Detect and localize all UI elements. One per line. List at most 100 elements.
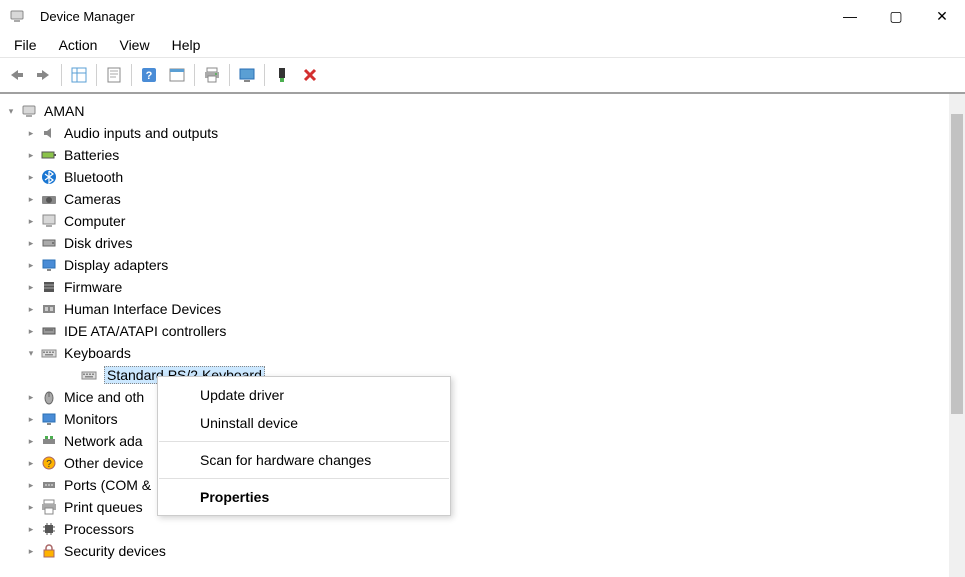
item-label: Keyboards [64,345,131,361]
separator [96,64,97,86]
tree-item[interactable]: ▸ Batteries [4,144,961,166]
caret-right-icon[interactable]: ▸ [24,390,38,404]
caret-right-icon[interactable]: ▸ [24,456,38,470]
tree-item[interactable]: ▸ Disk drives [4,232,961,254]
other-icon: ? [40,454,58,472]
refresh-button[interactable] [233,61,261,89]
tree-item[interactable]: ▸IDE ATA/ATAPI controllers [4,320,961,342]
minimize-button[interactable]: — [827,0,873,32]
display-icon [40,256,58,274]
forward-button[interactable] [30,61,58,89]
hid-icon [40,300,58,318]
context-item[interactable]: Scan for hardware changes [158,446,450,474]
menu-file[interactable]: File [4,34,47,56]
tree-item[interactable]: ▸ Ports (COM & [4,474,961,496]
caret-right-icon[interactable]: ▸ [24,478,38,492]
caret-right-icon[interactable]: ▸ [24,434,38,448]
context-item[interactable]: Properties [158,483,450,511]
item-label: Network ada [64,433,143,449]
caret-right-icon[interactable]: ▸ [24,280,38,294]
separator [61,64,62,86]
tree-item[interactable]: ▸ Firmware [4,276,961,298]
item-label: Computer [64,213,125,229]
ide-icon [40,322,58,340]
item-label: Disk drives [64,235,132,251]
caret-down-icon[interactable]: ▾ [24,346,38,360]
port-icon [40,476,58,494]
maximize-button[interactable]: ▢ [873,0,919,32]
tree-item[interactable]: ▸Human Interface Devices [4,298,961,320]
tree-item[interactable]: ▸ Cameras [4,188,961,210]
separator [264,64,265,86]
back-button[interactable] [2,61,30,89]
caret-right-icon[interactable]: ▸ [24,544,38,558]
menu-help[interactable]: Help [162,34,211,56]
tree-item[interactable]: ▸?Other device [4,452,961,474]
scroll-thumb[interactable] [951,114,963,414]
caret-right-icon[interactable]: ▸ [24,412,38,426]
battery-icon [40,146,58,164]
root-label: AMAN [44,103,84,119]
caret-right-icon[interactable]: ▸ [24,192,38,206]
tree-item[interactable]: ▸Audio inputs and outputs [4,122,961,144]
vertical-scrollbar[interactable] [949,94,965,577]
monitor-icon [40,410,58,428]
caret-right-icon[interactable]: ▸ [24,258,38,272]
caret-right-icon[interactable]: ▸ [24,236,38,250]
keyboard-icon [80,366,98,384]
context-separator [159,478,449,479]
tree-item-child[interactable]: ▸Standard PS/2 Keyboard [4,364,961,386]
window-title: Device Manager [40,9,135,24]
app-icon [8,7,26,25]
context-item[interactable]: Uninstall device [158,409,450,437]
window-controls: — ▢ ✕ [827,0,965,32]
print-button[interactable] [198,61,226,89]
keyboard-icon [40,344,58,362]
caret-right-icon[interactable]: ▸ [24,214,38,228]
menu-view[interactable]: View [109,34,159,56]
tree-item[interactable]: ▸Bluetooth [4,166,961,188]
menu-action[interactable]: Action [49,34,108,56]
view-config-button[interactable] [163,61,191,89]
tree-item[interactable]: ▾ Keyboards [4,342,961,364]
close-button[interactable]: ✕ [919,0,965,32]
caret-right-icon[interactable]: ▸ [24,500,38,514]
caret-right-icon[interactable]: ▸ [24,522,38,536]
caret-right-icon[interactable]: ▸ [24,302,38,316]
title-bar: Device Manager — ▢ ✕ [0,0,965,32]
item-label: Firmware [64,279,122,295]
tree-item[interactable]: ▸Print queues [4,496,961,518]
properties-button[interactable] [100,61,128,89]
tree-item[interactable]: ▸ Computer [4,210,961,232]
tree-item[interactable]: ▸Display adapters [4,254,961,276]
caret-down-icon[interactable]: ▾ [4,104,18,118]
item-label: Ports (COM & [64,477,151,493]
item-label: Cameras [64,191,121,207]
disk-icon [40,234,58,252]
speaker-icon [40,124,58,142]
printer-icon [40,498,58,516]
show-hide-button[interactable] [65,61,93,89]
mouse-icon [40,388,58,406]
tree-root[interactable]: ▾ AMAN [4,100,961,122]
enable-button[interactable] [268,61,296,89]
caret-right-icon[interactable]: ▸ [24,148,38,162]
caret-right-icon[interactable]: ▸ [24,324,38,338]
context-menu: Update driverUninstall device Scan for ha… [157,376,451,516]
disable-button[interactable] [296,61,324,89]
tree-item[interactable]: ▸Processors [4,518,961,540]
camera-icon [40,190,58,208]
tree-item[interactable]: ▸Security devices [4,540,961,562]
content-area: ▾AMAN▸Audio inputs and outputs▸Batteries… [0,94,965,577]
caret-right-icon[interactable]: ▸ [24,170,38,184]
bluetooth-icon [40,168,58,186]
item-label: Batteries [64,147,119,163]
context-item[interactable]: Update driver [158,381,450,409]
help-button[interactable]: ? [135,61,163,89]
tree-item[interactable]: ▸Mice and oth [4,386,961,408]
caret-right-icon[interactable]: ▸ [24,126,38,140]
toolbar: ? [0,58,965,94]
device-tree[interactable]: ▾AMAN▸Audio inputs and outputs▸Batteries… [0,94,965,577]
tree-item[interactable]: ▸ Network ada [4,430,961,452]
tree-item[interactable]: ▸Monitors [4,408,961,430]
